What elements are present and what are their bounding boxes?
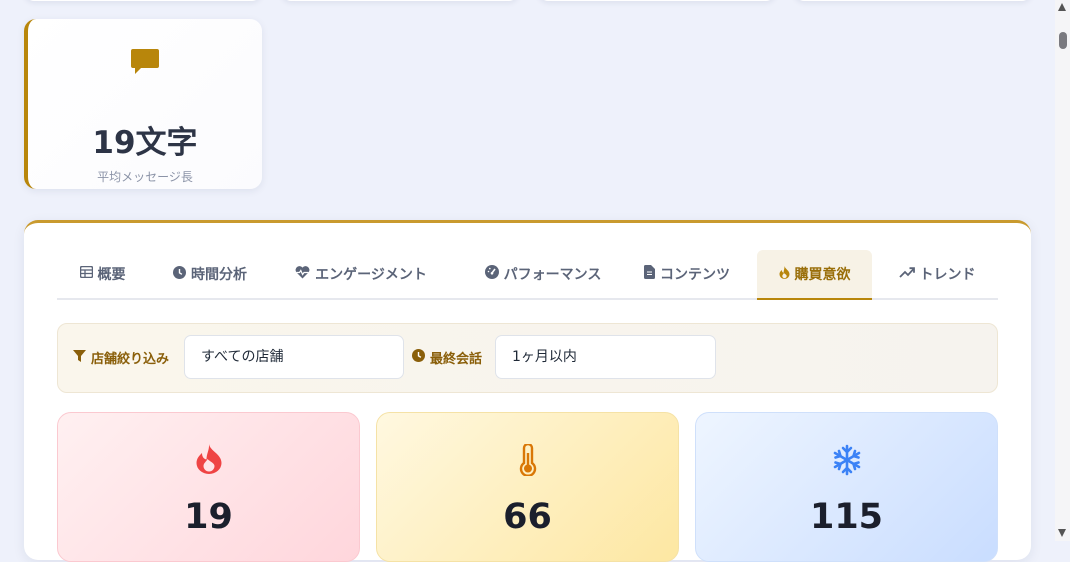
scrollbar-thumb[interactable]	[1059, 32, 1067, 49]
stat-card-partial	[24, 0, 262, 1]
tab-overview[interactable]: 概要	[57, 250, 148, 298]
tab-label: パフォーマンス	[503, 267, 602, 283]
tab-label: 時間分析	[191, 267, 247, 283]
warm-intent-card: 66	[376, 412, 679, 562]
chat-bubble-icon	[130, 47, 160, 79]
tab-contents[interactable]: コンテンツ	[637, 250, 737, 298]
tab-engagement[interactable]: エンゲージメント	[285, 250, 437, 298]
scroll-down-arrow-icon[interactable]	[1058, 529, 1066, 537]
stat-value: 19文字	[92, 125, 198, 161]
heart-pulse-icon	[295, 265, 310, 283]
hot-count: 19	[184, 497, 233, 537]
analytics-panel: 概要 時間分析 エンゲージメント パフォーマンス コンテンツ 購買意欲 トレンド	[24, 220, 1031, 562]
cold-intent-card: 115	[695, 412, 998, 562]
tab-purchase-intent[interactable]: 購買意欲	[757, 250, 872, 300]
stat-card-partial	[794, 0, 1032, 1]
last-conversation-label: 最終会話	[412, 348, 482, 367]
store-filter-label: 店舗絞り込み	[73, 348, 169, 367]
fire-icon	[779, 265, 790, 283]
snowflake-icon	[832, 444, 862, 480]
funnel-icon	[73, 349, 86, 366]
tab-performance[interactable]: パフォーマンス	[467, 250, 619, 298]
tab-time-analysis[interactable]: 時間分析	[162, 250, 258, 298]
clock-icon	[412, 349, 425, 366]
document-icon	[644, 265, 655, 283]
tab-trend[interactable]: トレンド	[887, 250, 987, 298]
stat-label: 平均メッセージ長	[97, 170, 193, 184]
store-select[interactable]: すべての店舗	[184, 335, 404, 379]
tab-bar: 概要 時間分析 エンゲージメント パフォーマンス コンテンツ 購買意欲 トレンド	[57, 250, 998, 300]
filter-label-text: 最終会話	[430, 352, 483, 367]
tab-label: エンゲージメント	[315, 267, 427, 283]
tab-label: トレンド	[919, 267, 976, 283]
cold-count: 115	[809, 497, 884, 537]
last-conversation-select[interactable]: 1ヶ月以内	[495, 335, 716, 379]
gauge-icon	[484, 265, 499, 283]
thermometer-icon	[518, 442, 538, 480]
stat-card-partial	[281, 0, 519, 1]
fire-icon	[195, 444, 222, 478]
avg-message-length-card: 19文字 平均メッセージ長	[24, 19, 262, 189]
tab-label: 購買意欲	[794, 267, 851, 283]
warm-count: 66	[503, 497, 552, 537]
stat-card-partial	[538, 0, 776, 1]
scroll-up-arrow-icon[interactable]	[1058, 3, 1066, 11]
scrollbar[interactable]	[1055, 0, 1070, 541]
hot-intent-card: 19	[57, 412, 360, 562]
tab-label: 概要	[97, 267, 126, 283]
trend-up-icon	[898, 266, 915, 282]
table-icon	[79, 265, 93, 282]
filter-bar: 店舗絞り込み すべての店舗 最終会話 1ヶ月以内	[57, 323, 998, 393]
tab-label: コンテンツ	[660, 267, 730, 283]
clock-icon	[173, 265, 186, 283]
filter-label-text: 店舗絞り込み	[91, 352, 170, 367]
